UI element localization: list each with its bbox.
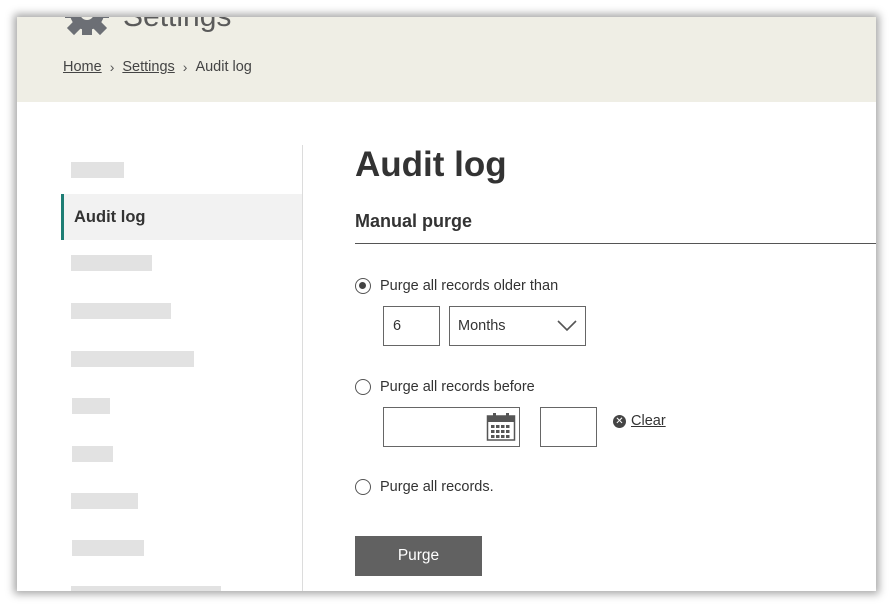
redacted-label (71, 351, 194, 367)
sidebar-nav: Audit log (61, 145, 303, 591)
breadcrumb-settings[interactable]: Settings (122, 59, 174, 75)
radio-all[interactable] (355, 479, 371, 495)
sidebar-item[interactable] (61, 241, 302, 287)
section-divider (355, 243, 876, 244)
before-date-input[interactable] (383, 407, 520, 447)
sidebar-item[interactable] (61, 429, 302, 475)
sidebar-item[interactable] (61, 147, 302, 193)
redacted-label (71, 303, 171, 319)
calendar-icon[interactable] (486, 412, 516, 442)
option-label: Purge all records. (380, 479, 494, 495)
sidebar-item-audit-log[interactable]: Audit log (61, 194, 302, 240)
redacted-label (72, 398, 110, 414)
section-title: Manual purge (355, 211, 473, 231)
sidebar-item[interactable] (61, 523, 302, 569)
redacted-label (71, 162, 124, 178)
option-before[interactable]: Purge all records before (355, 379, 535, 395)
purge-button[interactable]: Purge (355, 536, 482, 576)
breadcrumb-current: Audit log (195, 59, 252, 75)
chevron-right-icon: › (109, 59, 115, 75)
breadcrumb: Home › Settings › Audit log (63, 59, 252, 75)
sidebar-item[interactable] (61, 382, 302, 428)
option-label: Purge all records older than (380, 278, 559, 294)
close-circle-icon: ✕ (613, 414, 626, 428)
sidebar-item[interactable] (61, 335, 302, 381)
older-than-unit-select[interactable]: Months (449, 306, 586, 346)
redacted-label (71, 493, 138, 509)
app-title: Settings (123, 17, 231, 35)
sidebar-item[interactable] (61, 570, 302, 591)
clear-label: Clear (631, 413, 666, 429)
redacted-label (71, 255, 152, 271)
option-older-than[interactable]: Purge all records older than (355, 278, 558, 294)
option-all[interactable]: Purge all records. (355, 479, 494, 495)
redacted-label (72, 446, 113, 462)
radio-before[interactable] (355, 379, 371, 395)
chevron-right-icon: › (182, 59, 188, 75)
breadcrumb-home[interactable]: Home (63, 59, 102, 75)
sidebar-item-label: Audit log (74, 207, 146, 226)
sidebar-item[interactable] (61, 288, 302, 334)
page-title: Audit log (355, 145, 507, 184)
redacted-label (72, 540, 144, 556)
select-value: Months (458, 318, 506, 334)
older-than-value-input[interactable]: 6 (383, 306, 440, 346)
before-time-input[interactable] (540, 407, 597, 447)
option-label: Purge all records before (380, 379, 535, 395)
page-header: Settings Home › Settings › Audit log (17, 17, 876, 102)
sidebar-item[interactable] (61, 476, 302, 522)
clear-link[interactable]: ✕ Clear (613, 413, 666, 429)
app-window: Settings Home › Settings › Audit log Aud… (17, 17, 876, 591)
main-content: Audit log Manual purge Purge all records… (355, 145, 876, 591)
chevron-down-icon (557, 320, 577, 332)
gear-icon (65, 17, 109, 36)
radio-older-than[interactable] (355, 278, 371, 294)
redacted-label (71, 586, 221, 591)
